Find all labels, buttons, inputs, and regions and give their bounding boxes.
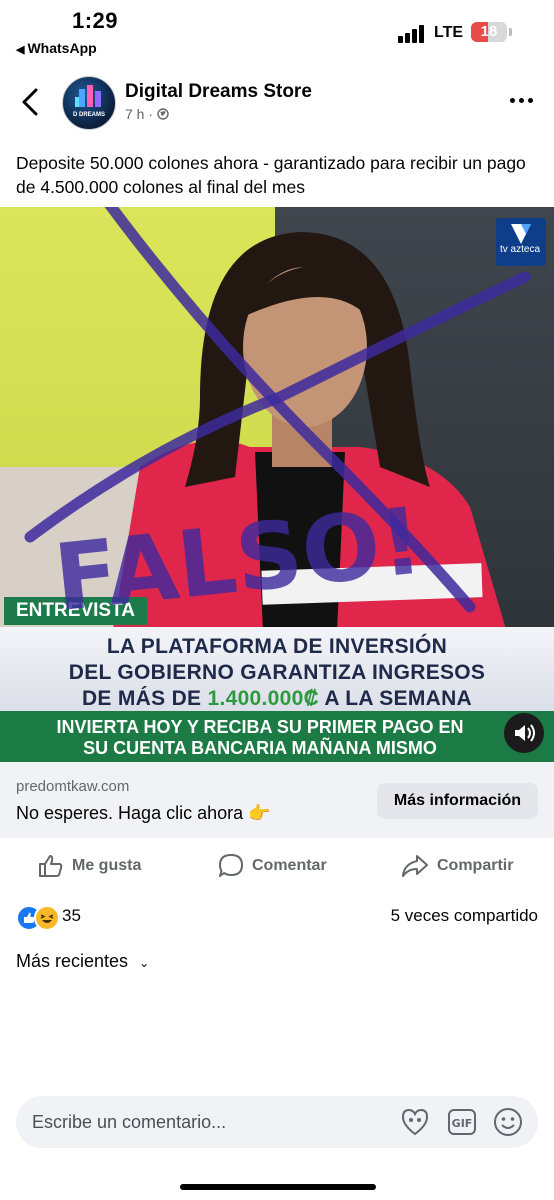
reaction-count: 35	[62, 906, 81, 925]
more-info-button[interactable]: Más información	[377, 783, 538, 819]
battery-level: 18	[480, 23, 498, 40]
avatar[interactable]: D DREAMS	[62, 76, 116, 130]
share-button[interactable]: Compartir	[401, 853, 513, 883]
more-options-icon[interactable]	[510, 90, 537, 108]
link-domain: predomtkaw.com	[16, 778, 130, 795]
svg-text:GIF: GIF	[452, 1117, 473, 1130]
status-time: 1:29	[72, 8, 119, 33]
scribble-overlay: FALSO!	[24, 207, 531, 632]
emoji-icon[interactable]	[493, 1107, 523, 1142]
sort-label: Más recientes	[16, 951, 129, 971]
post-caption: Deposite 50.000 colones ahora - garantiz…	[16, 153, 526, 197]
falso-overlay-text: FALSO!	[49, 487, 427, 632]
gif-icon[interactable]: GIF	[447, 1107, 477, 1142]
comment-button[interactable]: Comentar	[218, 853, 327, 883]
back-arrow-icon[interactable]	[18, 86, 44, 118]
comment-bubble-icon	[218, 854, 252, 877]
globe-icon	[157, 106, 169, 122]
link-cta: No esperes. Haga clic ahora 👉	[16, 803, 271, 823]
like-label: Me gusta	[72, 857, 142, 874]
avatar-text: D DREAMS	[72, 112, 105, 118]
chevron-down-icon: ⌄	[139, 956, 150, 970]
battery-icon: 18	[471, 22, 507, 42]
share-label: Compartir	[437, 857, 514, 874]
home-indicator	[180, 1184, 376, 1190]
comment-placeholder: Escribe un comentario...	[32, 1112, 227, 1132]
network-type: LTE	[434, 24, 464, 41]
post-time: 7 h	[125, 106, 145, 122]
haha-reaction-icon	[34, 905, 60, 931]
share-count[interactable]: 5 veces compartido	[300, 906, 538, 926]
thumbs-up-icon	[38, 854, 72, 877]
post-meta: 7 h ·	[125, 106, 169, 122]
post-video[interactable]: tv azteca ENTREVISTA LA PLATAFORMA DE IN…	[0, 207, 554, 762]
page-title[interactable]: Digital Dreams Store	[125, 81, 312, 103]
like-button[interactable]: Me gusta	[38, 853, 141, 883]
battery-tip	[509, 28, 512, 36]
comment-sort-dropdown[interactable]: Más recientes ⌄	[16, 951, 149, 972]
share-arrow-icon	[401, 854, 437, 877]
comment-label: Comentar	[252, 857, 327, 875]
back-app-label: WhatsApp	[27, 40, 97, 56]
back-triangle-icon: ◀	[16, 44, 25, 56]
back-to-app-link[interactable]: ◀ WhatsApp	[16, 40, 97, 56]
avatar-sticker-icon[interactable]	[399, 1107, 431, 1142]
